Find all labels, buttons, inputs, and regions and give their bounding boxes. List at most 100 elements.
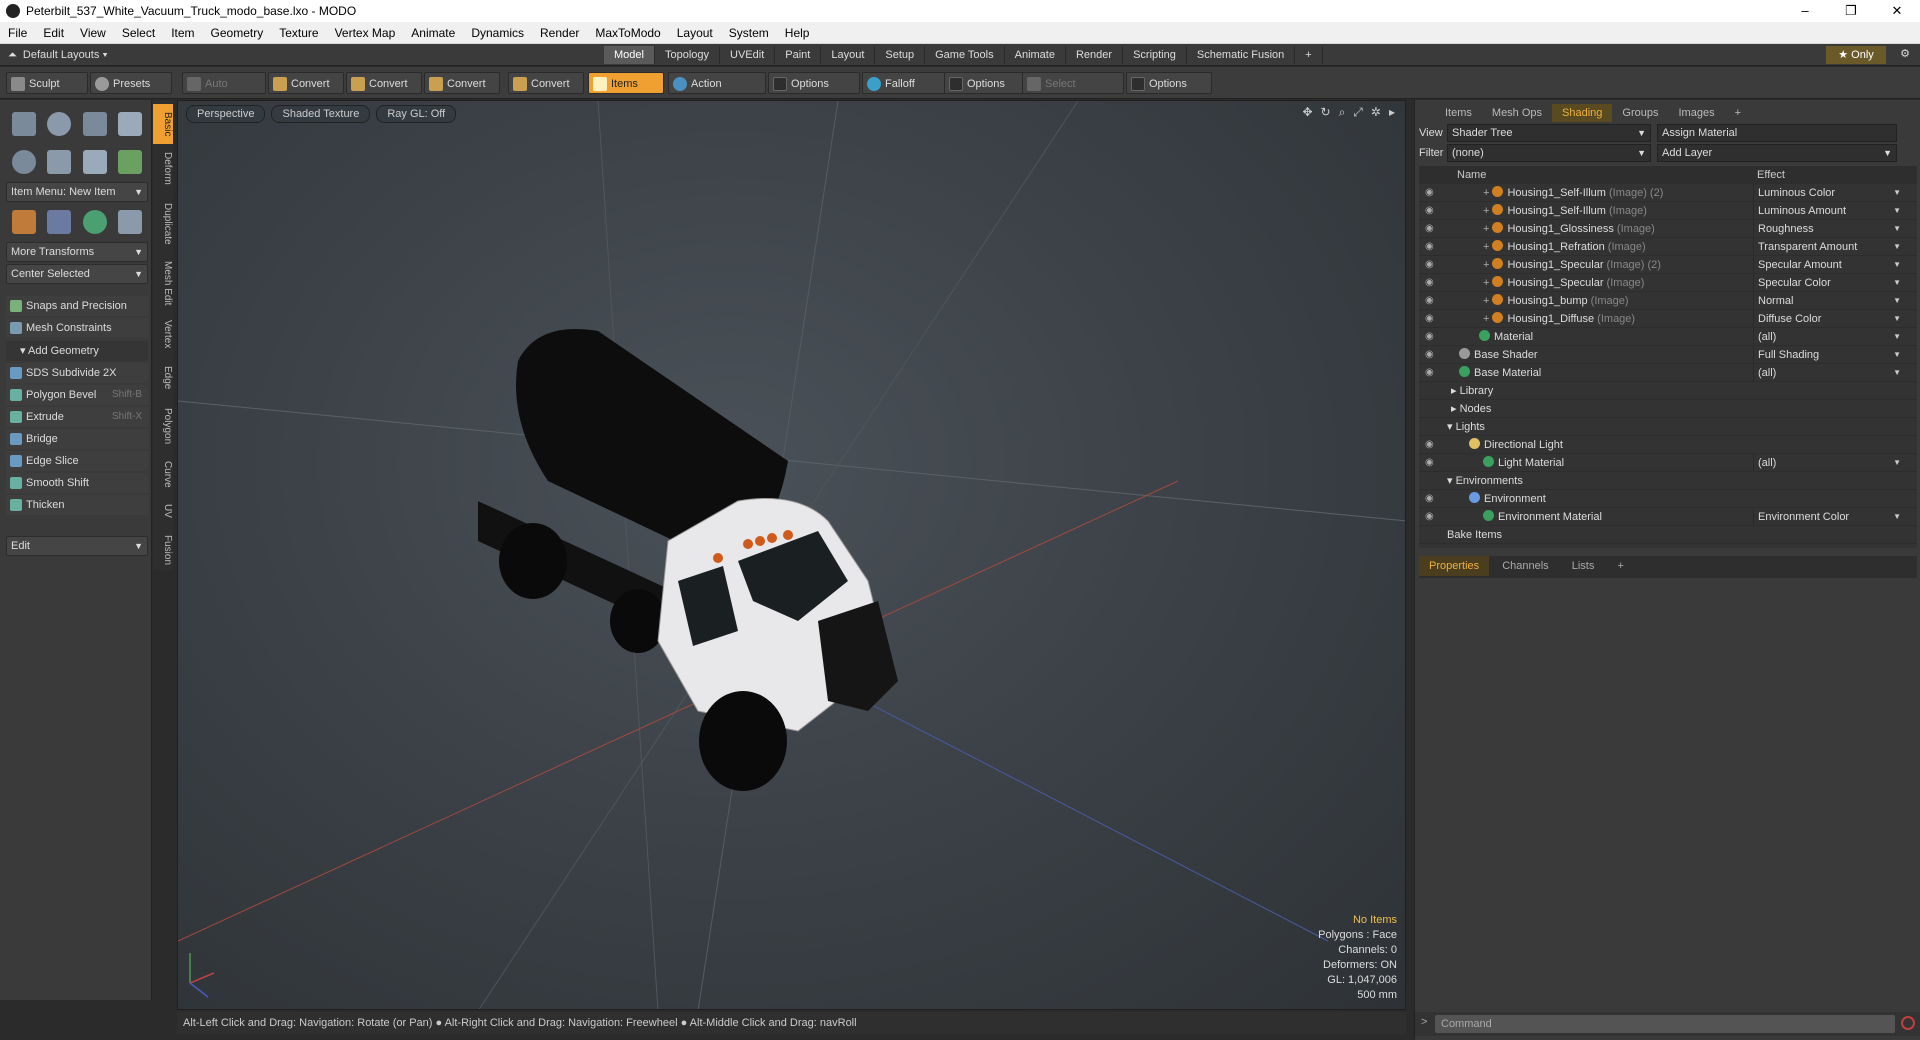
visibility-eye-icon[interactable]: ◉	[1425, 295, 1437, 307]
shader-tree-row[interactable]: ◉ + Housing1_Refration (Image) Transparent…	[1419, 238, 1917, 256]
move-icon[interactable]	[11, 210, 36, 234]
menu-select[interactable]: Select	[114, 26, 163, 40]
edit-dropdown[interactable]: Edit ▼	[6, 536, 148, 556]
row-effect[interactable]: (all) ▼	[1753, 328, 1905, 346]
row-effect[interactable]: Luminous Color ▼	[1753, 184, 1905, 202]
expand-plus-icon[interactable]: +	[1483, 223, 1492, 235]
command-input[interactable]: Command	[1435, 1015, 1895, 1033]
menu-view[interactable]: View	[72, 26, 114, 40]
row-effect[interactable]: Environment Color ▼	[1753, 508, 1905, 526]
tab-shading[interactable]: Shading	[1552, 104, 1613, 122]
sculpt-button[interactable]: Sculpt	[6, 72, 88, 94]
tab-groups[interactable]: Groups	[1612, 104, 1668, 122]
options-button-2[interactable]: Options	[944, 72, 1024, 94]
visibility-eye-icon[interactable]: ◉	[1425, 367, 1437, 379]
expand-plus-icon[interactable]: +	[1483, 295, 1492, 307]
row-effect[interactable]: (all) ▼	[1753, 364, 1905, 382]
snaps-precision-button[interactable]: Snaps and Precision	[6, 296, 148, 316]
visibility-eye-icon[interactable]: ◉	[1425, 259, 1437, 271]
expand-plus-icon[interactable]: +	[1483, 205, 1492, 217]
text-tool-icon[interactable]	[118, 150, 143, 174]
shader-tree-row[interactable]: ◉ + Housing1_bump (Image) Normal ▼	[1419, 292, 1917, 310]
add-geometry-header[interactable]: ▾ Add Geometry	[6, 341, 148, 361]
maximize-button[interactable]: ❐	[1828, 0, 1874, 22]
vtab-vertex[interactable]: Vertex	[153, 314, 173, 354]
expand-plus-icon[interactable]: +	[1483, 187, 1492, 199]
shader-tree-row[interactable]: ◉ Material (all) ▼	[1419, 328, 1917, 346]
gear-icon[interactable]: ⚙	[1900, 47, 1910, 60]
shader-tree-row[interactable]: ◉ Directional Light	[1419, 436, 1917, 454]
rotate-icon[interactable]	[82, 210, 107, 234]
auto-select-button[interactable]: Auto Select	[182, 72, 266, 112]
vtab-deform[interactable]: Deform	[153, 148, 173, 188]
visibility-eye-icon[interactable]: ◉	[1425, 241, 1437, 253]
menu-dynamics[interactable]: Dynamics	[463, 26, 532, 40]
menu-maxtomodo[interactable]: MaxToModo	[587, 26, 668, 40]
visibility-eye-icon[interactable]: ◉	[1425, 511, 1437, 523]
tool-bridge[interactable]: Bridge	[6, 429, 148, 449]
convert-button-3[interactable]: Convert	[424, 72, 500, 94]
only-button[interactable]: ★ Only	[1826, 46, 1886, 64]
menu-render[interactable]: Render	[532, 26, 587, 40]
visibility-eye-icon[interactable]: ◉	[1425, 223, 1437, 235]
vtab-fusion[interactable]: Fusion	[153, 530, 173, 570]
menu-system[interactable]: System	[721, 26, 777, 40]
options-button-1[interactable]: Options	[768, 72, 860, 94]
cone-icon[interactable]	[118, 112, 143, 136]
tool-smooth-shift[interactable]: Smooth Shift	[6, 473, 148, 493]
scale-icon[interactable]	[118, 210, 143, 234]
expand-plus-icon[interactable]: +	[1483, 313, 1492, 325]
visibility-eye-icon[interactable]: ◉	[1425, 205, 1437, 217]
visibility-eye-icon[interactable]: ◉	[1425, 349, 1437, 361]
item-menu-dropdown[interactable]: Item Menu: New Item ▼	[6, 182, 148, 202]
vtab-curve[interactable]: Curve	[153, 456, 173, 492]
falloff-button[interactable]: Falloff	[862, 72, 946, 94]
filter-dropdown[interactable]: (none) ▼	[1447, 144, 1651, 162]
folder-icon[interactable]: ▸	[1451, 385, 1460, 397]
tab-lists[interactable]: Lists	[1562, 556, 1605, 576]
shader-tree-row[interactable]: ▸ Nodes	[1419, 400, 1917, 418]
tool-polygon-bevel[interactable]: Polygon Bevel Shift-B	[6, 385, 148, 405]
options-button-3[interactable]: Options	[1126, 72, 1212, 94]
convert-button-4[interactable]: Convert	[508, 72, 584, 94]
visibility-eye-icon[interactable]: ◉	[1425, 439, 1437, 451]
column-name[interactable]: Name	[1457, 166, 1486, 184]
row-effect[interactable]: Specular Amount ▼	[1753, 256, 1905, 274]
more-transforms-dropdown[interactable]: More Transforms ▼	[6, 242, 148, 262]
tab-schematic-fusion[interactable]: Schematic Fusion	[1186, 46, 1296, 64]
tab-topology[interactable]: Topology	[654, 46, 721, 64]
record-icon[interactable]	[1901, 1016, 1915, 1030]
tab-paint[interactable]: Paint	[775, 46, 822, 64]
pen-icon[interactable]	[82, 150, 107, 174]
tab-render[interactable]: Render	[1065, 46, 1124, 64]
shader-tree-row[interactable]: ◉ + Housing1_Glossiness (Image) Roughness ▼	[1419, 220, 1917, 238]
expand-plus-icon[interactable]: +	[1483, 259, 1492, 271]
vtab-basic[interactable]: Basic	[153, 104, 173, 144]
add-props-tab-button[interactable]: +	[1607, 556, 1633, 576]
expand-arrow-icon[interactable]: ▾	[1447, 421, 1456, 433]
tool-extrude[interactable]: Extrude Shift-X	[6, 407, 148, 427]
row-effect[interactable]: Luminous Amount ▼	[1753, 202, 1905, 220]
row-effect[interactable]: Transparent Amount ▼	[1753, 238, 1905, 256]
shader-tree-row[interactable]: ▸ Library	[1419, 382, 1917, 400]
tab-uvedit[interactable]: UVEdit	[720, 46, 776, 64]
row-effect[interactable]: (all) ▼	[1753, 454, 1905, 472]
shader-tree-row[interactable]: ◉ + Housing1_Self-Illum (Image) Luminous A…	[1419, 202, 1917, 220]
shader-tree-row[interactable]: ◉ + Housing1_Specular (Image) (2) Specular…	[1419, 256, 1917, 274]
menu-file[interactable]: File	[0, 26, 35, 40]
convert-button-1[interactable]: Convert	[268, 72, 344, 94]
shader-tree-row[interactable]: ◉ + Housing1_Diffuse (Image) Diffuse Color…	[1419, 310, 1917, 328]
shader-tree-row[interactable]: ◉ Base Material (all) ▼	[1419, 364, 1917, 382]
vtab-mesh-edit[interactable]: Mesh Edit	[153, 258, 173, 308]
tab-items[interactable]: Items	[1435, 104, 1482, 122]
visibility-eye-icon[interactable]: ◉	[1425, 277, 1437, 289]
default-layouts-dropdown[interactable]: ⏶ Default Layouts ▾	[8, 44, 108, 66]
shader-tree-row[interactable]: ▾ Lights	[1419, 418, 1917, 436]
tab-layout[interactable]: Layout	[821, 46, 876, 64]
shader-tree-row[interactable]: ◉ Light Material (all) ▼	[1419, 454, 1917, 472]
menu-vertex-map[interactable]: Vertex Map	[327, 26, 404, 40]
tab-scripting[interactable]: Scripting	[1123, 46, 1187, 64]
vtab-polygon[interactable]: Polygon	[153, 402, 173, 450]
visibility-eye-icon[interactable]: ◉	[1425, 331, 1437, 343]
visibility-eye-icon[interactable]: ◉	[1425, 457, 1437, 469]
